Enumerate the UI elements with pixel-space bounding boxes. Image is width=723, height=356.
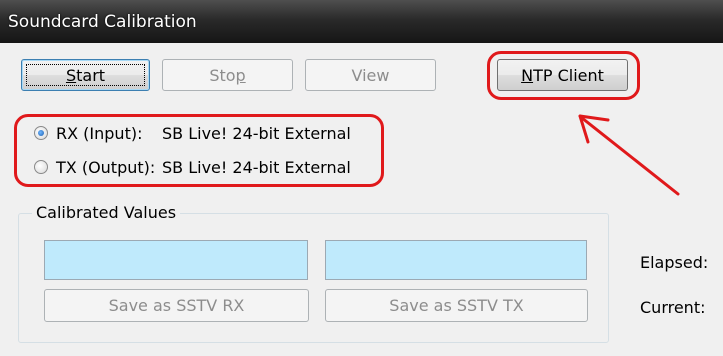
tx-device-name: SB Live! 24-bit External xyxy=(162,157,351,177)
rx-calibrated-value-field[interactable] xyxy=(44,240,308,280)
radio-unselected-icon[interactable] xyxy=(34,160,48,174)
rx-input-radio[interactable]: RX (Input): SB Live! 24-bit External xyxy=(34,121,351,145)
save-tx-label: Save as SSTV TX xyxy=(389,296,524,315)
view-button-label: View xyxy=(351,65,390,85)
rx-device-name: SB Live! 24-bit External xyxy=(162,123,351,143)
view-button[interactable]: View xyxy=(305,59,436,91)
rx-label: RX (Input): xyxy=(56,123,143,143)
start-button[interactable]: Start xyxy=(21,59,150,91)
tx-calibrated-value-field[interactable] xyxy=(325,240,587,280)
window-title: Soundcard Calibration xyxy=(8,12,197,32)
save-as-sstv-rx-button[interactable]: Save as SSTV RX xyxy=(44,289,309,322)
stop-button-label: Stop xyxy=(209,65,246,85)
tx-output-radio[interactable]: TX (Output): SB Live! 24-bit External xyxy=(34,155,351,179)
title-bar: Soundcard Calibration xyxy=(0,0,723,43)
annotation-highlight-ntp xyxy=(487,51,640,100)
annotation-arrow-icon xyxy=(578,114,680,196)
elapsed-label: Elapsed: xyxy=(640,253,709,272)
tx-label: TX (Output): xyxy=(56,157,156,177)
save-as-sstv-tx-button[interactable]: Save as SSTV TX xyxy=(325,289,588,322)
radio-selected-icon[interactable] xyxy=(34,126,48,140)
stop-button[interactable]: Stop xyxy=(162,59,293,91)
calibrated-values-title: Calibrated Values xyxy=(32,203,181,222)
current-label: Current: xyxy=(640,298,706,317)
save-rx-label: Save as SSTV RX xyxy=(108,296,245,315)
